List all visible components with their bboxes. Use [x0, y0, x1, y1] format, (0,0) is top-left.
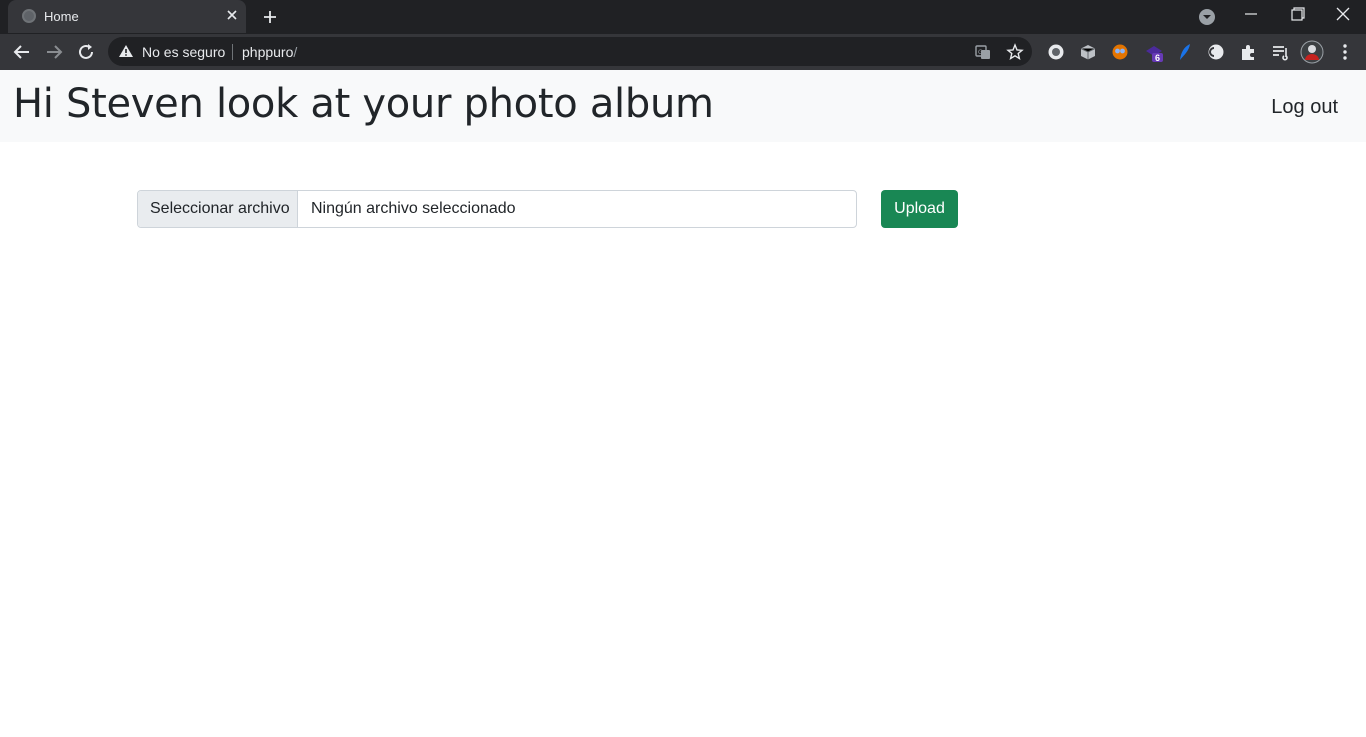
tab-search-icon[interactable]	[1195, 6, 1219, 28]
profile-avatar-icon[interactable]	[1300, 40, 1324, 64]
translate-icon[interactable]: G	[974, 43, 992, 61]
back-arrow-icon[interactable]	[11, 41, 33, 63]
restore-icon[interactable]	[1285, 4, 1309, 26]
extension-cube-icon[interactable]	[1078, 42, 1098, 62]
choose-file-button[interactable]: Seleccionar archivo	[138, 191, 298, 227]
browser-menu-icon[interactable]	[1335, 42, 1355, 62]
bookmark-star-icon[interactable]	[1006, 43, 1024, 61]
svg-text:G: G	[978, 49, 983, 56]
close-tab-icon[interactable]	[224, 7, 240, 23]
upload-button[interactable]: Upload	[881, 190, 958, 228]
address-bar[interactable]: No es seguro phppuro/ G	[108, 37, 1032, 66]
reading-list-icon[interactable]	[1270, 42, 1290, 62]
url-host: phppuro	[242, 44, 294, 60]
browser-tab-home[interactable]: Home	[8, 0, 246, 33]
new-tab-icon[interactable]	[260, 7, 280, 27]
logout-link[interactable]: Log out	[1271, 96, 1338, 119]
browser-tabstrip: Home	[0, 0, 1366, 34]
extension-feather-icon[interactable]	[1175, 42, 1195, 62]
close-window-icon[interactable]	[1331, 4, 1355, 26]
globe-icon	[22, 9, 36, 23]
warning-icon[interactable]	[118, 44, 134, 58]
extension-circle-icon[interactable]	[1206, 42, 1226, 62]
omnibox-divider	[232, 44, 233, 60]
extension-badge: 6	[1155, 53, 1161, 63]
tab-title: Home	[44, 9, 79, 24]
file-input[interactable]: Seleccionar archivo Ningún archivo selec…	[137, 190, 857, 228]
extension-purple-icon[interactable]	[1144, 42, 1164, 62]
page-navbar: Hi Steven look at your photo album Log o…	[0, 70, 1366, 142]
file-status-text: Ningún archivo seleccionado	[311, 200, 516, 217]
reload-icon[interactable]	[75, 41, 97, 63]
page-title: Hi Steven look at your photo album	[13, 81, 714, 127]
browser-toolbar: No es seguro phppuro/ G 6	[0, 34, 1366, 70]
extensions-puzzle-icon[interactable]	[1238, 42, 1258, 62]
url-path: /	[293, 44, 298, 60]
security-label[interactable]: No es seguro	[142, 44, 225, 60]
forward-arrow-icon[interactable]	[43, 41, 65, 63]
url-text[interactable]: phppuro/	[242, 44, 297, 60]
minimize-icon[interactable]	[1239, 4, 1263, 26]
extension-record-icon[interactable]	[1046, 42, 1066, 62]
extension-owl-icon[interactable]	[1110, 42, 1130, 62]
